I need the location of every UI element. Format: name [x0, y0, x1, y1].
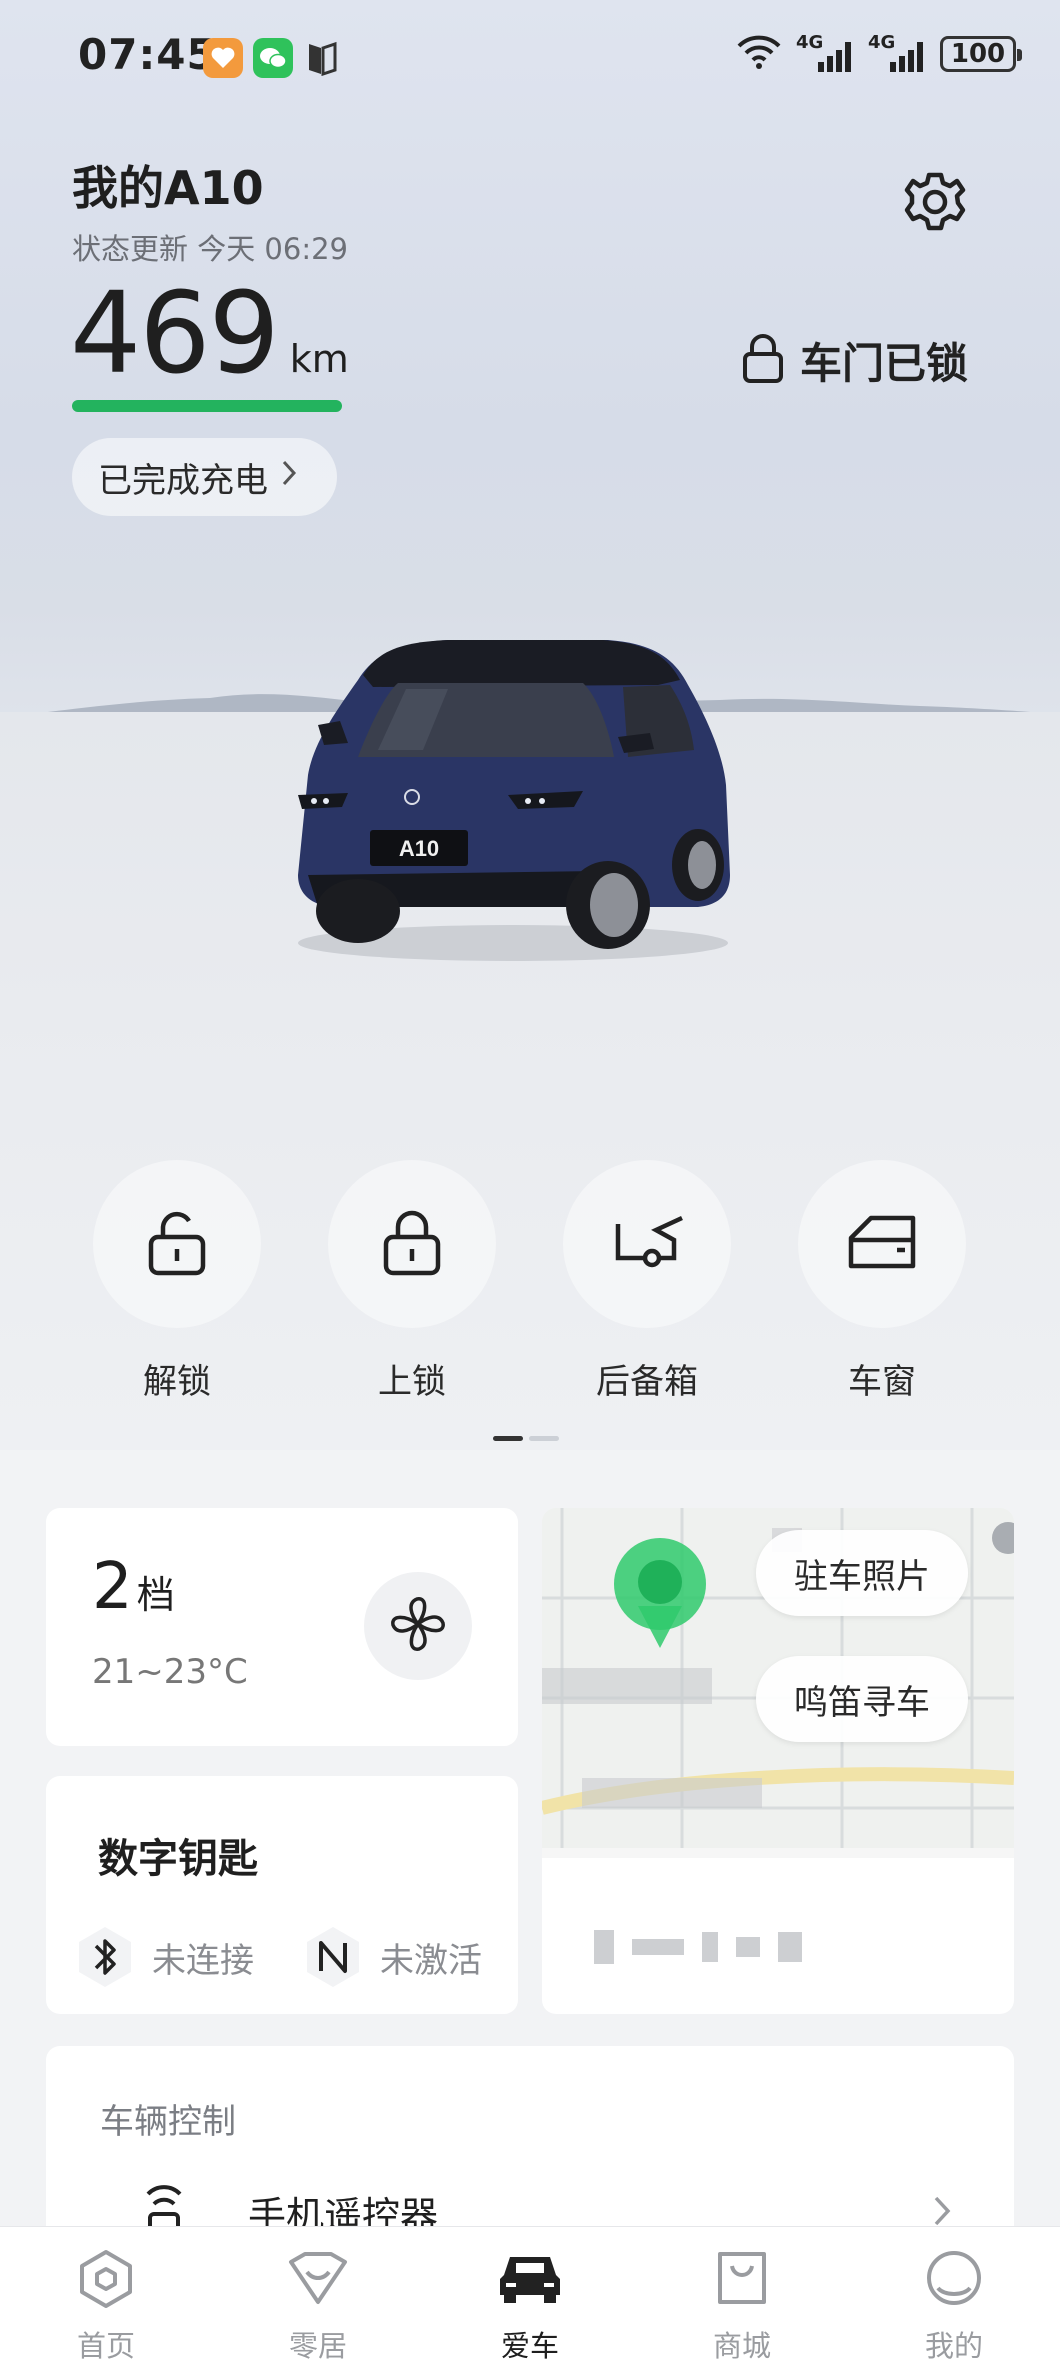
nav-mall-label: 商城 [712, 2329, 771, 2363]
unlock-label: 解锁 [143, 1362, 211, 1402]
book-icon [305, 40, 339, 80]
battery-level: 100 [950, 39, 1006, 69]
charge-status-label: 已完成充电 [98, 460, 268, 501]
lock-button[interactable]: 上锁 [327, 1160, 497, 1403]
bluetooth-icon [74, 1924, 136, 1990]
climate-card[interactable]: 2 档 21~23°C [46, 1508, 518, 1746]
nav-home[interactable]: 首页 [41, 2247, 171, 2365]
quick-actions: 解锁 上锁 后备箱 车窗 [0, 1160, 1060, 1403]
nav-profile-label: 我的 [924, 2329, 983, 2363]
nav-lingju-label: 零居 [288, 2329, 347, 2363]
lock-status-label: 车门已锁 [800, 339, 969, 388]
license-plate: A10 [399, 836, 439, 861]
wechat-icon [253, 38, 293, 78]
fan-icon [387, 1593, 449, 1659]
fan-button[interactable] [364, 1572, 472, 1680]
page-indicator [493, 1436, 559, 1441]
nfc-status: 未激活 [302, 1924, 482, 1990]
nav-lingju[interactable]: 零居 [253, 2247, 383, 2365]
range-display: 469 km [70, 278, 349, 390]
nav-my-car[interactable]: 爱车 [465, 2247, 595, 2365]
car-address [594, 1930, 802, 1964]
fan-level-value: 2 [92, 1550, 133, 1624]
parking-photo-button[interactable]: 驻车照片 [756, 1530, 968, 1616]
bottom-navigation: 首页 零居 爱车 商城 我的 [0, 2226, 1060, 2376]
trunk-icon [608, 1210, 686, 1278]
nav-mall[interactable]: 商城 [677, 2247, 807, 2365]
range-unit: km [289, 337, 349, 381]
wifi-icon [736, 32, 782, 76]
digital-key-card[interactable]: 数字钥匙 未连接 未激活 [46, 1776, 518, 2014]
gear-icon[interactable] [902, 170, 968, 236]
car-image: A10 [298, 640, 730, 961]
charge-status-button[interactable]: 已完成充电 [72, 438, 337, 516]
clock: 07:45 [78, 30, 217, 79]
door-lock-status: 车门已锁 [742, 330, 968, 391]
status-update-time: 状态更新 今天 06:29 [72, 232, 349, 266]
heart-app-icon [203, 38, 243, 78]
digital-key-title: 数字钥匙 [98, 1836, 258, 1882]
home-icon [41, 2247, 171, 2309]
bluetooth-status-label: 未连接 [152, 1940, 254, 1981]
heart-shield-icon [253, 2247, 383, 2309]
find-car-label: 鸣笛寻车 [794, 1682, 930, 1723]
lock-icon [742, 333, 784, 388]
profile-icon [889, 2247, 1019, 2309]
nav-profile[interactable]: 我的 [889, 2247, 1019, 2365]
window-icon [845, 1210, 919, 1278]
range-value: 469 [70, 269, 280, 399]
shopping-bag-icon [677, 2247, 807, 2309]
signal-icon: 4G [868, 32, 926, 76]
nav-home-label: 首页 [76, 2329, 135, 2363]
car-location-card[interactable]: 驻车照片 鸣笛寻车 [542, 1508, 1014, 2014]
trunk-button[interactable]: 后备箱 [562, 1160, 732, 1403]
fan-level-unit: 档 [136, 1573, 175, 1617]
signal-icon: 4G [796, 32, 854, 76]
bluetooth-status: 未连接 [74, 1924, 254, 1990]
window-label: 车窗 [848, 1362, 916, 1402]
lock-icon [380, 1207, 444, 1281]
battery-range-bar [72, 400, 342, 412]
window-button[interactable]: 车窗 [797, 1160, 967, 1403]
status-bar: 07:45 4G 4G 100 [0, 0, 1060, 115]
nav-my-car-label: 爱车 [500, 2329, 559, 2363]
nfc-status-label: 未激活 [380, 1940, 482, 1981]
parking-photo-label: 驻车照片 [794, 1556, 930, 1597]
battery-icon: 100 [940, 36, 1022, 72]
fan-level: 2 档 [92, 1550, 175, 1624]
vehicle-control-title: 车辆控制 [100, 2102, 236, 2142]
unlock-button[interactable]: 解锁 [92, 1160, 262, 1403]
lock-label: 上锁 [378, 1362, 446, 1402]
chevron-right-icon [280, 457, 298, 497]
find-car-button[interactable]: 鸣笛寻车 [756, 1656, 968, 1742]
nfc-icon [302, 1924, 364, 1990]
temperature-range: 21~23°C [92, 1652, 248, 1692]
unlock-icon [145, 1207, 209, 1281]
car-icon [465, 2247, 595, 2309]
car-name[interactable]: 我的A10 [72, 152, 264, 218]
trunk-label: 后备箱 [596, 1362, 698, 1402]
